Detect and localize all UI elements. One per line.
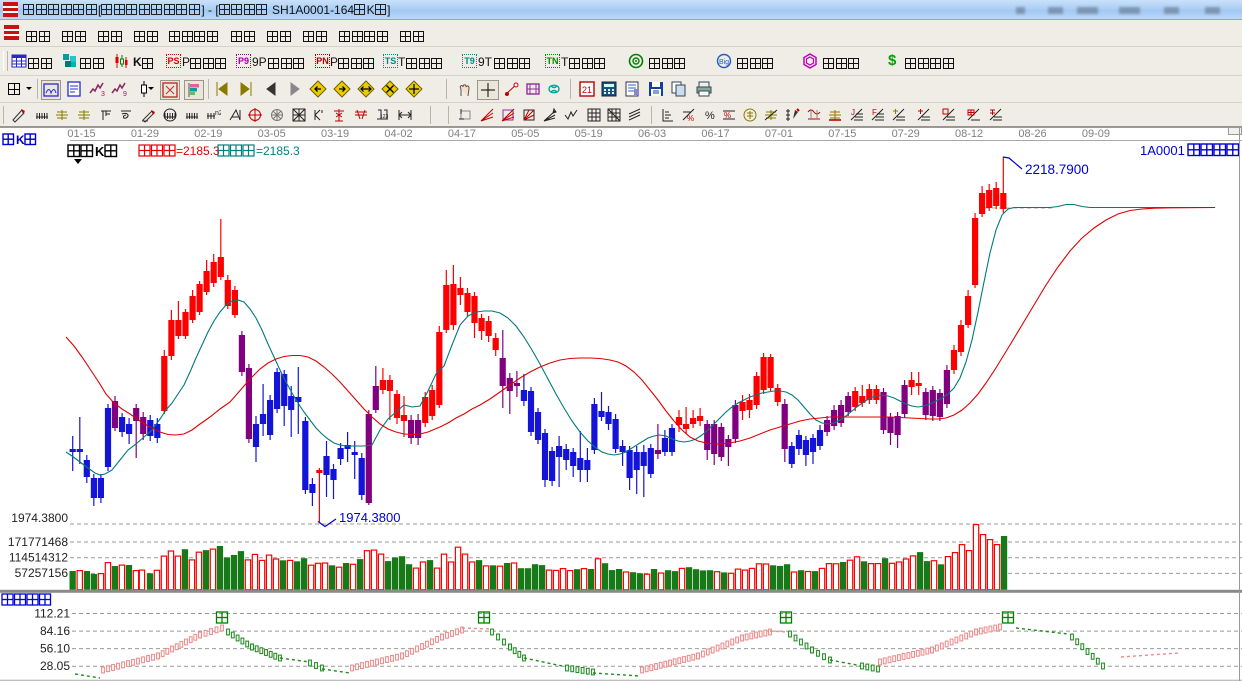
svg-text:21: 21 xyxy=(582,85,592,95)
svg-text:J: J xyxy=(851,108,855,117)
svg-text:07-29: 07-29 xyxy=(892,128,920,140)
svg-text:Big: Big xyxy=(719,59,729,66)
svg-text:03-05: 03-05 xyxy=(258,128,286,140)
svg-text:57257156: 57257156 xyxy=(15,566,69,580)
svg-text:08-12: 08-12 xyxy=(955,128,983,140)
svg-text:123: 123 xyxy=(380,114,389,120)
svg-text:04-17: 04-17 xyxy=(448,128,476,140)
svg-text:9: 9 xyxy=(123,91,127,98)
svg-text:03-19: 03-19 xyxy=(321,128,349,140)
svg-text:01-29: 01-29 xyxy=(131,128,159,140)
svg-text:F: F xyxy=(872,108,877,117)
svg-text:07-15: 07-15 xyxy=(828,128,856,140)
svg-text:K: K xyxy=(16,133,25,147)
svg-text:08-26: 08-26 xyxy=(1018,128,1046,140)
svg-text:3: 3 xyxy=(101,91,105,98)
svg-text:1974.3800: 1974.3800 xyxy=(339,510,400,525)
svg-text:06-17: 06-17 xyxy=(701,128,729,140)
svg-text:06-03: 06-03 xyxy=(638,128,666,140)
svg-text:04-02: 04-02 xyxy=(384,128,412,140)
svg-text:=2185.3: =2185.3 xyxy=(176,144,220,158)
svg-text:05-19: 05-19 xyxy=(575,128,603,140)
svg-text:%: % xyxy=(705,110,715,122)
svg-text:1A0001: 1A0001 xyxy=(1140,143,1185,158)
svg-text:05-05: 05-05 xyxy=(511,128,539,140)
svg-text:01-15: 01-15 xyxy=(67,128,95,140)
svg-text:=2185.3: =2185.3 xyxy=(256,144,300,158)
svg-text:%: % xyxy=(687,114,694,123)
svg-text:07-01: 07-01 xyxy=(765,128,793,140)
svg-text:2218.7900: 2218.7900 xyxy=(1025,162,1089,177)
svg-text:112.21: 112.21 xyxy=(34,607,70,621)
svg-text:02-19: 02-19 xyxy=(194,128,222,140)
svg-text:n2: n2 xyxy=(215,110,221,117)
svg-text:114514312: 114514312 xyxy=(9,551,69,565)
svg-text:1974.3800: 1974.3800 xyxy=(11,511,68,525)
svg-text:%: % xyxy=(724,111,731,120)
svg-text:84.16: 84.16 xyxy=(40,624,70,638)
svg-text:28.05: 28.05 xyxy=(40,659,70,673)
svg-text:56.10: 56.10 xyxy=(40,642,70,656)
svg-text:K: K xyxy=(95,144,105,159)
svg-text:171771468: 171771468 xyxy=(8,535,68,549)
svg-text:09-09: 09-09 xyxy=(1082,128,1110,140)
